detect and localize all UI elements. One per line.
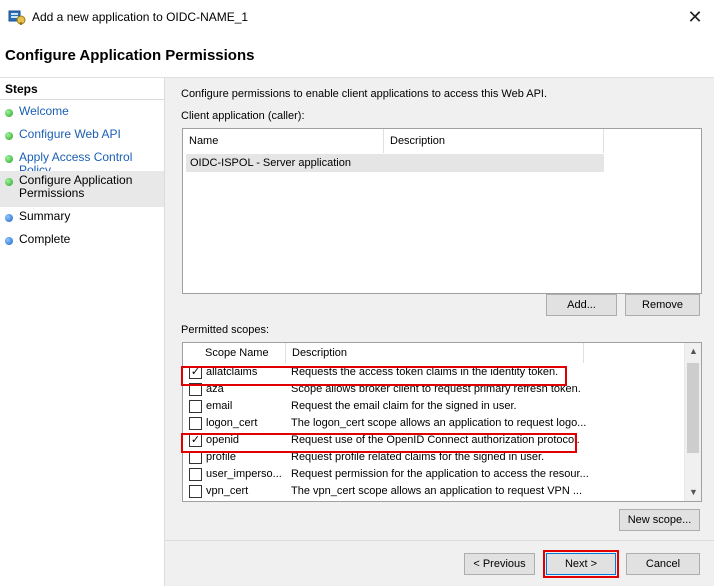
scope-checkbox[interactable] xyxy=(189,485,202,498)
wizard-header: Configure Application Permissions xyxy=(0,34,714,78)
step-current-icon xyxy=(5,178,13,186)
steps-title: Steps xyxy=(5,82,38,96)
client-application-list[interactable]: Name Description OIDC-ISPOL - Server app… xyxy=(182,128,702,294)
scope-name: logon_cert xyxy=(206,417,258,429)
step-label: Configure Web API xyxy=(19,127,121,141)
adfs-app-icon xyxy=(8,10,26,25)
footer-divider xyxy=(165,540,714,541)
column-header-scope-name[interactable]: Scope Name xyxy=(183,343,286,363)
scrollbar-thumb[interactable] xyxy=(687,363,699,453)
window-title: Add a new application to OIDC-NAME_1 xyxy=(32,10,249,24)
step-configure-web-api[interactable]: Configure Web API xyxy=(0,128,164,141)
scope-row-logon-cert[interactable]: logon_cert The logon_cert scope allows a… xyxy=(183,415,683,432)
step-pending-icon xyxy=(5,214,13,222)
remove-client-button[interactable]: Remove xyxy=(625,294,700,316)
scope-description: Request permission for the application t… xyxy=(291,468,589,480)
scope-row-user-impersonation[interactable]: user_imperso... Request permission for t… xyxy=(183,466,683,483)
scope-checkbox[interactable] xyxy=(189,468,202,481)
scope-description: The vpn_cert scope allows an application… xyxy=(291,485,583,497)
scope-checkbox[interactable] xyxy=(189,417,202,430)
scope-row-vpn-cert[interactable]: vpn_cert The vpn_cert scope allows an ap… xyxy=(183,483,683,500)
close-icon[interactable]: ✕ xyxy=(680,2,710,32)
page-description: Configure permissions to enable client a… xyxy=(181,88,548,100)
scope-row-email[interactable]: email Request the email claim for the si… xyxy=(183,398,683,415)
permitted-scopes-label: Permitted scopes: xyxy=(181,324,270,336)
client-name: OIDC-ISPOL - Server application xyxy=(190,157,351,169)
scroll-down-icon[interactable]: ▼ xyxy=(685,484,701,501)
wizard-body: Steps Welcome Configure Web API Apply Ac… xyxy=(0,78,714,586)
column-header-scope-description[interactable]: Description xyxy=(286,343,584,363)
column-header-name[interactable]: Name xyxy=(183,129,384,153)
scope-name: vpn_cert xyxy=(206,485,249,497)
highlight-allatclaims xyxy=(181,366,567,386)
step-welcome[interactable]: Welcome xyxy=(0,105,164,118)
cancel-button[interactable]: Cancel xyxy=(626,553,700,575)
scope-checkbox[interactable] xyxy=(189,400,202,413)
highlight-openid xyxy=(181,433,577,453)
step-complete-icon xyxy=(5,132,13,140)
add-client-button[interactable]: Add... xyxy=(546,294,617,316)
step-label: Configure Application Permissions xyxy=(19,173,133,200)
step-label: Welcome xyxy=(19,104,69,118)
step-complete-icon xyxy=(5,109,13,117)
step-label: Complete xyxy=(19,232,71,246)
step-complete-icon xyxy=(5,155,13,163)
scope-description: The logon_cert scope allows an applicati… xyxy=(291,417,587,429)
highlight-next-button xyxy=(543,550,619,578)
page-title: Configure Application Permissions xyxy=(5,47,255,64)
step-label: Summary xyxy=(19,209,71,223)
step-configure-application-permissions: Configure Application Permissions xyxy=(0,171,164,207)
title-bar: Add a new application to OIDC-NAME_1 ✕ xyxy=(0,0,714,34)
scroll-up-icon[interactable]: ▲ xyxy=(685,343,701,360)
step-complete: Complete xyxy=(0,233,164,246)
scope-name: email xyxy=(206,400,233,412)
client-row[interactable]: OIDC-ISPOL - Server application xyxy=(186,154,604,172)
client-application-label: Client application (caller): xyxy=(181,110,305,122)
column-header-description[interactable]: Description xyxy=(384,129,604,153)
steps-divider xyxy=(0,99,165,100)
previous-button[interactable]: < Previous xyxy=(464,553,535,575)
step-pending-icon xyxy=(5,237,13,245)
steps-pane: Steps Welcome Configure Web API Apply Ac… xyxy=(0,78,165,586)
scope-description: Request the email claim for the signed i… xyxy=(291,400,517,412)
scopes-scrollbar[interactable]: ▲ ▼ xyxy=(684,343,701,501)
step-summary: Summary xyxy=(0,210,164,223)
scope-name: user_imperso... xyxy=(206,468,282,480)
new-scope-button[interactable]: New scope... xyxy=(619,509,700,531)
